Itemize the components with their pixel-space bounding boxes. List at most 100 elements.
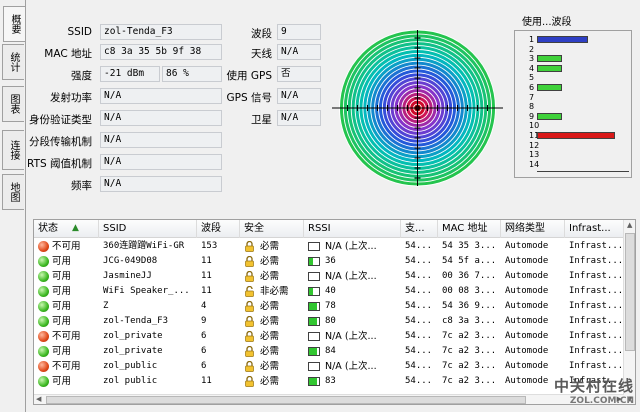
mac-label: MAC 地址 [44, 48, 92, 60]
tab-connection-label: 连接 [8, 140, 19, 160]
rssi-cell: N/A (上次... [325, 331, 377, 342]
frequency-label: 频率 [71, 180, 92, 192]
supported-rates-cell: 54... [405, 316, 433, 326]
channel-cell: 6 [201, 331, 207, 341]
horizontal-scroll-thumb[interactable] [46, 396, 526, 404]
header-supported-rates[interactable]: 支... [401, 220, 438, 238]
strength-dbm-value: -21 dBm [100, 66, 160, 82]
channel-row: 5 [515, 73, 631, 82]
satellite-label: 卫星 [251, 114, 272, 126]
rssi-bar-fill [309, 348, 317, 355]
rssi-bar [308, 377, 320, 386]
tab-connection[interactable]: 连接 [2, 130, 24, 170]
channel-number: 8 [529, 102, 535, 112]
supported-rates-cell: 54... [405, 361, 433, 371]
mac-cell: 00 08 3... [442, 286, 497, 296]
network-type-cell: Automode [505, 241, 549, 251]
tab-overview[interactable]: 概要 [3, 6, 25, 42]
status-text: 可用 [52, 256, 72, 267]
tab-statistics[interactable]: 统计 [2, 44, 24, 80]
lock-icon [245, 375, 254, 387]
status-text: 可用 [52, 271, 72, 282]
channel-row: 4 [515, 64, 631, 73]
table-row[interactable]: 可用 Z 4 必需 78 54... 54 36 9... Automode Infrast..… [34, 299, 624, 314]
ssid-cell: zol_private [103, 346, 163, 356]
rssi-bar [308, 302, 320, 311]
header-network-type[interactable]: 网络类型 [501, 220, 565, 238]
table-row[interactable]: 不可用 360连蹭蹭WiFi-GR 153 必需 N/A (上次... 54... 54 3… [34, 239, 624, 254]
network-type-cell: Automode [505, 346, 549, 356]
channel-number: 6 [529, 83, 535, 92]
infrastructure-cell: Infrast... [569, 301, 624, 311]
channel-label: 波段 [251, 28, 272, 40]
mac-cell: 00 36 7... [442, 271, 497, 281]
channel-row: 13 [515, 150, 631, 159]
ssid-value: zol-Tenda_F3 [100, 24, 222, 40]
tab-map[interactable]: 地图 [2, 174, 24, 210]
channel-row: 1 [515, 35, 631, 44]
ssid-cell: 360连蹭蹭WiFi-GR [103, 241, 185, 251]
table-row[interactable]: 不可用 zol_public 6 必需 N/A (上次... 54... 7c a2 3..… [34, 359, 624, 374]
tab-graphs[interactable]: 图表 [2, 86, 24, 122]
table-row[interactable]: 可用 WiFi Speaker_... 11 非必需 40 54... 00 08 3...… [34, 284, 624, 299]
rssi-bar-fill [309, 258, 313, 265]
lock-icon [245, 270, 254, 282]
header-mac[interactable]: MAC 地址 [438, 220, 501, 238]
channel-row: 7 [515, 93, 631, 102]
channel-cell: 9 [201, 316, 207, 326]
channel-cell: 6 [201, 361, 207, 371]
channel-number: 12 [529, 140, 540, 150]
status-text: 不可用 [52, 241, 81, 252]
mac-cell: 7c a2 3... [442, 346, 497, 356]
supported-rates-cell: 54... [405, 331, 433, 341]
ssid-cell: zol-Tenda_F3 [103, 316, 169, 326]
header-channel[interactable]: 波段 [197, 220, 240, 238]
radar-center-point [415, 105, 420, 111]
network-list[interactable]: 状态 ▲ SSID 波段 安全 RSSI 支... MAC 地址 网络类型 Inf… [33, 219, 636, 405]
infrastructure-cell: Infrast... [569, 241, 624, 251]
channel-row: 9 [515, 112, 631, 121]
rssi-cell: 36 [325, 256, 336, 266]
sort-ascending-icon: ▲ [72, 223, 79, 233]
rssi-bar-fill [309, 378, 317, 385]
rssi-cell: N/A (上次... [325, 271, 377, 282]
scroll-left-icon[interactable]: ◀ [36, 395, 41, 403]
header-status[interactable]: 状态 ▲ [34, 220, 99, 238]
header-ssid[interactable]: SSID [99, 220, 197, 238]
antenna-value: N/A [277, 44, 321, 60]
security-cell: 必需 [260, 256, 280, 267]
table-row[interactable]: 可用 zol_private 6 必需 84 54... 7c a2 3... Automod… [34, 344, 624, 359]
channel-cell: 11 [201, 271, 212, 281]
rssi-bar-fill [309, 303, 317, 310]
header-security[interactable]: 安全 [240, 220, 304, 238]
horizontal-scrollbar[interactable]: ◀ ▶ [34, 394, 624, 404]
ssid-cell: Z [103, 301, 109, 311]
vertical-scroll-thumb[interactable] [625, 233, 635, 351]
security-cell: 必需 [260, 346, 280, 357]
channel-row: 11 [515, 131, 631, 140]
channel-cell: 6 [201, 346, 207, 356]
ssid-cell: WiFi Speaker_... [103, 286, 190, 296]
rssi-bar [308, 242, 320, 251]
table-row[interactable]: 可用 zol-Tenda_F3 9 必需 80 54... c8 3a 3... Automo… [34, 314, 624, 329]
watermark: 中关村在线 ZOL.COM.CN [554, 375, 634, 406]
channel-value: 9 [277, 24, 321, 40]
auth-type-label: 身份验证类型 [29, 114, 92, 126]
signal-radar [332, 29, 503, 187]
security-cell: 必需 [260, 301, 280, 312]
tx-power-label: 发射功率 [50, 92, 92, 104]
table-row[interactable]: 可用 zol public 11 必需 83 54... 7c a2 3... Automod… [34, 374, 624, 389]
table-row[interactable]: 不可用 zol_private 6 必需 N/A (上次... 54... 7c a2 3.… [34, 329, 624, 344]
ssid-cell: JasmineJJ [103, 271, 152, 281]
rssi-cell: 78 [325, 301, 336, 311]
lock-icon [245, 240, 254, 252]
gps-signal-value: N/A [277, 88, 321, 104]
header-rssi[interactable]: RSSI [304, 220, 401, 238]
network-type-cell: Automode [505, 361, 549, 371]
header-infrastructure[interactable]: Infrast... [565, 220, 624, 238]
network-type-cell: Automode [505, 331, 549, 341]
channel-number: 3 [529, 54, 535, 64]
table-row[interactable]: 可用 JCG-049D08 11 必需 36 54... 54 5f a... Automod… [34, 254, 624, 269]
scroll-up-icon[interactable]: ▲ [627, 221, 632, 229]
table-row[interactable]: 可用 JasmineJJ 11 必需 N/A (上次... 54... 00 36 7...… [34, 269, 624, 284]
